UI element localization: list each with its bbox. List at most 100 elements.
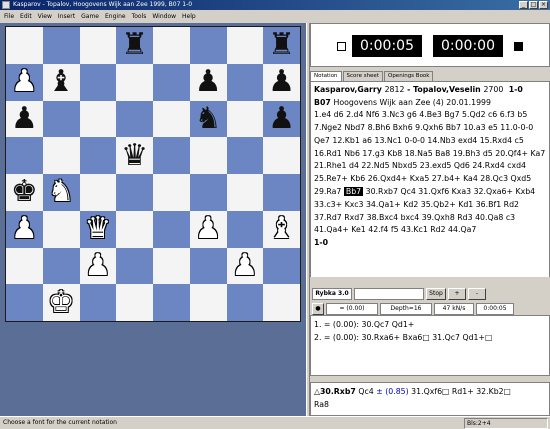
white-queen-icon[interactable]: ♛ bbox=[84, 214, 111, 244]
square-h4[interactable] bbox=[263, 174, 300, 211]
square-d4[interactable] bbox=[116, 174, 153, 211]
square-e1[interactable] bbox=[153, 284, 190, 321]
square-c3[interactable]: ♛ bbox=[79, 210, 117, 248]
square-e8[interactable] bbox=[153, 27, 190, 64]
tab-notation[interactable]: Notation bbox=[310, 71, 342, 81]
menu-file[interactable]: File bbox=[4, 13, 14, 20]
menu-window[interactable]: Window bbox=[152, 13, 176, 20]
square-g6[interactable] bbox=[226, 100, 264, 138]
menu-engine[interactable]: Engine bbox=[105, 13, 126, 20]
white-pawn-icon[interactable]: ♟ bbox=[231, 250, 258, 281]
square-h1[interactable] bbox=[263, 284, 300, 321]
square-a1[interactable] bbox=[6, 284, 43, 321]
square-h7[interactable]: ♟ bbox=[263, 63, 300, 101]
square-f8[interactable] bbox=[189, 27, 227, 64]
square-g5[interactable] bbox=[226, 137, 264, 174]
chess-board[interactable]: ♜ ♜ ♟ ♝ ♟ ♟ ♟ ♞ ♟ ♛ ♚ ♞ ♟ ♛ ♟ ♝ ♟ ♟ ♚ bbox=[5, 26, 301, 322]
square-a8[interactable] bbox=[6, 27, 43, 64]
square-e7[interactable] bbox=[153, 63, 190, 101]
square-a7[interactable]: ♟ bbox=[6, 63, 43, 101]
square-g4[interactable] bbox=[226, 174, 264, 211]
square-h5[interactable] bbox=[263, 137, 300, 174]
black-queen-icon[interactable]: ♛ bbox=[121, 140, 148, 171]
menu-view[interactable]: View bbox=[38, 13, 52, 20]
remove-line-button[interactable]: - bbox=[468, 288, 486, 300]
square-c2[interactable]: ♟ bbox=[79, 247, 117, 285]
square-f5[interactable] bbox=[189, 137, 227, 174]
menu-help[interactable]: Help bbox=[182, 13, 196, 20]
square-e6[interactable] bbox=[153, 100, 190, 138]
square-b1[interactable]: ♚ bbox=[42, 284, 80, 321]
menu-insert[interactable]: Insert bbox=[58, 13, 75, 20]
square-e3[interactable] bbox=[153, 210, 190, 248]
square-a5[interactable] bbox=[6, 137, 43, 174]
stop-button[interactable]: Stop bbox=[426, 288, 446, 300]
black-bishop-icon[interactable]: ♝ bbox=[48, 67, 75, 97]
square-g7[interactable] bbox=[226, 63, 264, 101]
square-d6[interactable] bbox=[116, 100, 153, 138]
current-move[interactable]: Bb7 bbox=[343, 186, 364, 196]
square-g3[interactable] bbox=[226, 210, 264, 248]
square-e2[interactable] bbox=[153, 247, 190, 285]
square-g1[interactable] bbox=[226, 284, 264, 321]
square-f1[interactable] bbox=[189, 284, 227, 321]
square-f3[interactable]: ♟ bbox=[189, 210, 227, 248]
square-c6[interactable] bbox=[79, 100, 117, 138]
square-c8[interactable] bbox=[79, 27, 117, 64]
engine-name[interactable]: Rybka 3.0 bbox=[312, 288, 352, 300]
square-g2[interactable]: ♟ bbox=[226, 247, 264, 285]
square-h2[interactable] bbox=[263, 247, 300, 285]
close-button[interactable]: × bbox=[539, 1, 548, 9]
square-b2[interactable] bbox=[42, 247, 80, 285]
white-pawn-icon[interactable]: ♟ bbox=[11, 214, 38, 244]
black-rook-icon[interactable]: ♜ bbox=[121, 30, 148, 60]
move-list[interactable]: 1.e4 d6 2.d4 Nf6 3.Nc3 g6 4.Be3 Bg7 5.Qd… bbox=[314, 109, 546, 237]
annotation-pane[interactable]: △30.Rxb7 Qc4 ± (0.85) 31.Qxf6□ Rd1+ 32.K… bbox=[310, 382, 550, 416]
square-b6[interactable] bbox=[42, 100, 80, 138]
square-d3[interactable] bbox=[116, 210, 153, 248]
black-pawn-icon[interactable]: ♟ bbox=[268, 67, 295, 97]
square-h8[interactable]: ♜ bbox=[263, 27, 300, 64]
square-f6[interactable]: ♞ bbox=[189, 100, 227, 138]
white-king-icon[interactable]: ♚ bbox=[48, 287, 75, 318]
square-e4[interactable] bbox=[153, 174, 190, 211]
square-a3[interactable]: ♟ bbox=[6, 210, 43, 248]
square-a2[interactable] bbox=[6, 247, 43, 285]
engine-output[interactable]: 1. = (0.00): 30.Qc7 Qd1+ 2. = (0.00): 30… bbox=[310, 315, 550, 376]
square-a6[interactable]: ♟ bbox=[6, 100, 43, 138]
black-pawn-icon[interactable]: ♟ bbox=[268, 103, 295, 134]
square-f7[interactable]: ♟ bbox=[189, 63, 227, 101]
tab-score-sheet[interactable]: Score sheet bbox=[342, 71, 383, 81]
square-b3[interactable] bbox=[42, 210, 80, 248]
moves-before[interactable]: 1.e4 d6 2.d4 Nf6 3.Nc3 g6 4.Be3 Bg7 5.Qd… bbox=[314, 110, 545, 196]
square-d5[interactable]: ♛ bbox=[116, 137, 153, 174]
square-b8[interactable] bbox=[42, 27, 80, 64]
square-c7[interactable] bbox=[79, 63, 117, 101]
engine-input[interactable] bbox=[354, 288, 424, 300]
square-c4[interactable] bbox=[79, 174, 117, 211]
square-g8[interactable] bbox=[226, 27, 264, 64]
add-line-button[interactable]: + bbox=[448, 288, 466, 300]
square-d8[interactable]: ♜ bbox=[116, 27, 153, 64]
notation-pane[interactable]: Kasparov,Garry 2812 - Topalov,Veselin 27… bbox=[310, 81, 550, 286]
square-d7[interactable] bbox=[116, 63, 153, 101]
square-a4[interactable]: ♚ bbox=[6, 174, 43, 211]
white-pawn-icon[interactable]: ♟ bbox=[11, 67, 38, 97]
square-h6[interactable]: ♟ bbox=[263, 100, 300, 138]
black-pawn-icon[interactable]: ♟ bbox=[195, 67, 222, 97]
square-b7[interactable]: ♝ bbox=[42, 63, 80, 101]
white-pawn-icon[interactable]: ♟ bbox=[195, 214, 222, 244]
menu-game[interactable]: Game bbox=[81, 13, 99, 20]
square-e5[interactable] bbox=[153, 137, 190, 174]
square-f4[interactable] bbox=[189, 174, 227, 211]
square-f2[interactable] bbox=[189, 247, 227, 285]
square-b5[interactable] bbox=[42, 137, 80, 174]
square-b4[interactable]: ♞ bbox=[42, 174, 80, 211]
square-d2[interactable] bbox=[116, 247, 153, 285]
square-c5[interactable] bbox=[79, 137, 117, 174]
engine-toggle-icon[interactable]: ● bbox=[312, 303, 324, 315]
black-knight-icon[interactable]: ♞ bbox=[195, 103, 222, 134]
maximize-button[interactable]: □ bbox=[529, 1, 538, 9]
tab-openings-book[interactable]: Openings Book bbox=[383, 71, 434, 81]
square-h3[interactable]: ♝ bbox=[263, 210, 300, 248]
